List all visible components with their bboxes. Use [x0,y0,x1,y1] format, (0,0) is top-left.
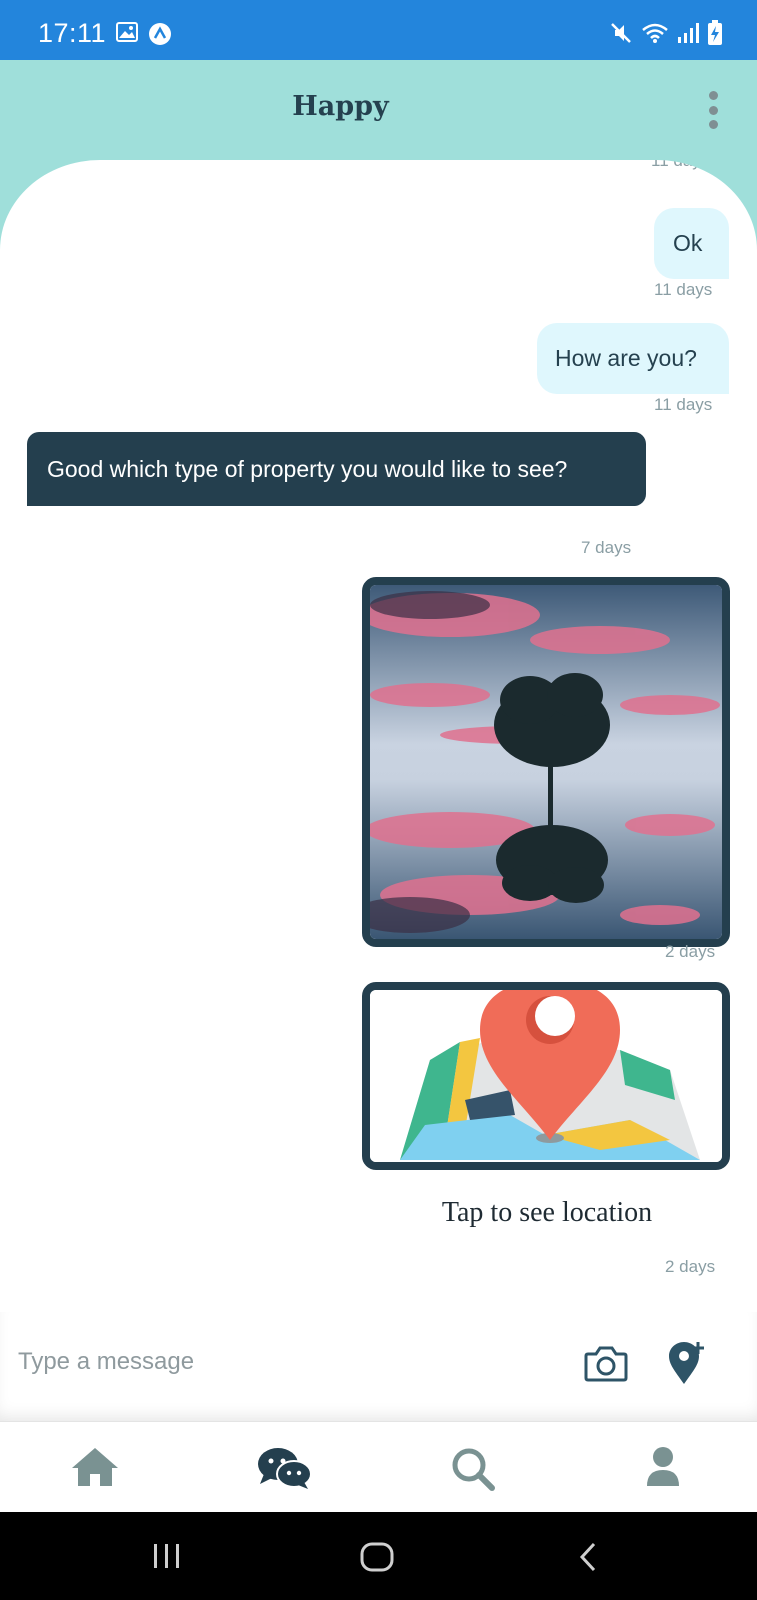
home-icon [72,1448,118,1486]
message-text: How are you? [555,345,697,371]
camera-button[interactable] [584,1346,628,1387]
bottom-navigation [0,1422,757,1512]
message-bubble-outgoing[interactable]: How are you? [537,323,729,394]
status-notification-icons [116,22,172,46]
recent-apps-button[interactable] [152,1542,182,1575]
status-system-icons [609,20,723,46]
chat-title: Happy [292,91,389,122]
location-message[interactable] [362,982,730,1170]
message-list[interactable]: 11 days Ok 11 days How are you? 11 days … [0,160,757,1312]
map-pin-icon [370,990,722,1162]
more-options-button[interactable] [706,91,720,129]
camera-icon [584,1346,628,1382]
share-location-button[interactable] [668,1340,708,1391]
message-time: 2 days [665,942,716,961]
nav-search[interactable] [450,1446,496,1497]
message-bubble-incoming[interactable]: Good which type of property you would li… [27,432,646,506]
home-button[interactable] [360,1542,394,1577]
chat-icon [258,1448,312,1489]
add-location-icon [669,1342,704,1384]
nav-profile[interactable] [645,1446,681,1493]
message-time-partial: 11 days [651,160,710,170]
battery-charging-icon [708,20,722,45]
search-icon [452,1448,495,1491]
recent-apps-icon [154,1544,179,1568]
status-bar: 17:11 [0,0,757,60]
wifi-icon [642,23,668,43]
back-chevron-icon [579,1542,596,1572]
tree-sunset-photo [370,585,722,939]
message-time: 11 days [654,395,713,414]
message-input[interactable] [18,1336,558,1388]
app-notification-icon [149,23,171,45]
message-bubble-outgoing[interactable]: Ok [654,208,729,279]
more-dot [708,91,718,100]
home-circle-icon [360,1542,394,1572]
image-message[interactable] [362,577,730,947]
signal-icon [678,23,699,43]
message-composer [0,1312,757,1422]
status-time: 17:11 [38,18,107,48]
back-button[interactable] [578,1542,598,1577]
message-text: Ok [673,230,703,256]
system-navigation-bar [0,1512,757,1600]
more-dot [708,105,718,115]
message-time: 7 days [581,538,632,557]
message-time: 11 days [654,280,713,299]
gallery-icon [116,22,138,42]
nav-chats[interactable] [256,1446,312,1495]
message-time: 2 days [665,1257,716,1276]
location-caption[interactable]: Tap to see location [362,1197,732,1229]
mute-icon [611,23,631,43]
profile-icon [647,1447,679,1486]
message-text: Good which type of property you would li… [47,456,568,482]
nav-home[interactable] [70,1446,120,1493]
more-dot [708,120,718,129]
